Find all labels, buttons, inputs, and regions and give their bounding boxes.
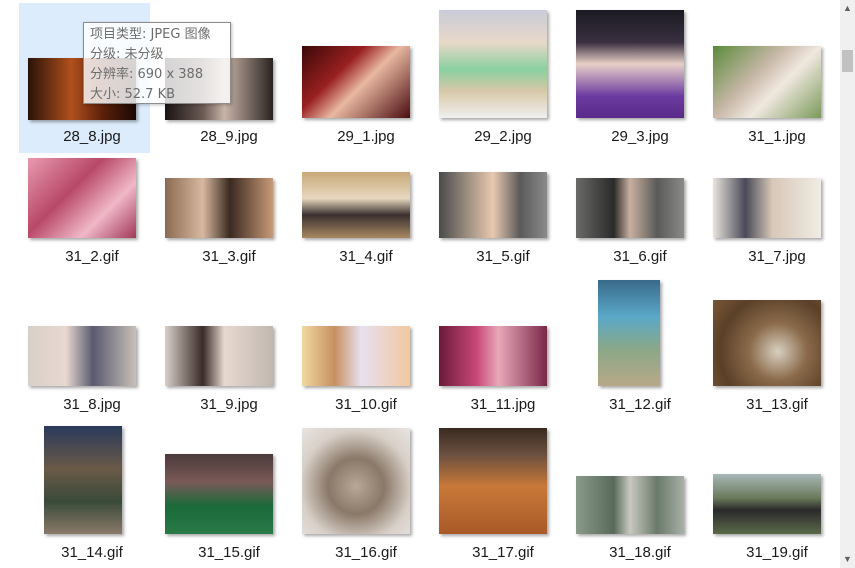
thumbnail-image — [302, 172, 410, 238]
thumbnail-image — [713, 178, 821, 238]
file-name: 31_7.jpg — [748, 248, 806, 265]
file-name: 28_8.jpg — [63, 128, 121, 145]
thumbnail-image — [576, 178, 684, 238]
thumbnail-image — [302, 326, 410, 386]
thumbnail-image — [576, 476, 684, 534]
scroll-down-arrow-icon[interactable]: ▼ — [840, 551, 855, 568]
file-name: 31_17.gif — [472, 544, 534, 561]
thumbnail-image — [439, 172, 547, 238]
file-name: 31_12.gif — [609, 396, 671, 413]
file-name: 31_11.jpg — [470, 396, 536, 413]
thumbnail-image — [28, 326, 136, 386]
tooltip-size: 大小: 52.7 KB — [90, 87, 176, 102]
tooltip-rating: 分级: 未分级 — [90, 47, 164, 62]
file-info-tooltip: 项目类型: JPEG 图像 分级: 未分级 分辨率: 690 x 388 大小:… — [83, 22, 231, 104]
file-name: 31_4.gif — [339, 248, 393, 265]
file-name: 31_16.gif — [335, 544, 397, 561]
file-name: 31_9.jpg — [200, 396, 258, 413]
file-name: 31_10.gif — [335, 396, 397, 413]
thumbnail-image — [302, 428, 410, 534]
tooltip-resolution: 分辨率: 690 x 388 — [90, 67, 204, 82]
file-name: 31_3.gif — [202, 248, 256, 265]
vertical-scrollbar[interactable]: ▲ ▼ — [840, 0, 855, 568]
thumbnail-image — [28, 158, 136, 238]
file-name: 31_5.gif — [476, 248, 530, 265]
file-name: 31_8.jpg — [63, 396, 121, 413]
file-name: 31_6.gif — [613, 248, 667, 265]
file-name: 31_1.jpg — [748, 128, 806, 145]
thumbnail-image — [713, 474, 821, 534]
file-grid: 28_8.jpg 28_9.jpg 29_1.jpg 29_2.jpg 29_3… — [0, 0, 840, 568]
thumbnail-image — [439, 428, 547, 534]
thumbnail-image — [439, 326, 547, 386]
thumbnail-image — [165, 454, 273, 534]
thumbnail-image — [165, 178, 273, 238]
file-name: 31_18.gif — [609, 544, 671, 561]
thumbnail-image — [576, 10, 684, 118]
scroll-up-arrow-icon[interactable]: ▲ — [840, 0, 855, 17]
file-name: 31_15.gif — [198, 544, 260, 561]
file-name: 28_9.jpg — [200, 128, 258, 145]
thumbnail-image — [165, 326, 273, 386]
file-name: 31_14.gif — [61, 544, 123, 561]
file-name: 29_1.jpg — [337, 128, 395, 145]
thumbnail-image — [302, 46, 410, 118]
file-name: 31_2.gif — [65, 248, 119, 265]
thumbnail-image — [439, 10, 547, 118]
thumbnail-image — [44, 426, 122, 534]
file-name: 29_3.jpg — [611, 128, 669, 145]
thumbnail-image — [598, 280, 660, 386]
thumbnail-image — [713, 300, 821, 386]
scrollbar-thumb[interactable] — [842, 50, 853, 72]
tooltip-item-type: 项目类型: JPEG 图像 — [90, 27, 211, 42]
file-name: 29_2.jpg — [474, 128, 532, 145]
file-name: 31_13.gif — [746, 396, 808, 413]
file-name: 31_19.gif — [746, 544, 808, 561]
thumbnail-image — [713, 46, 821, 118]
